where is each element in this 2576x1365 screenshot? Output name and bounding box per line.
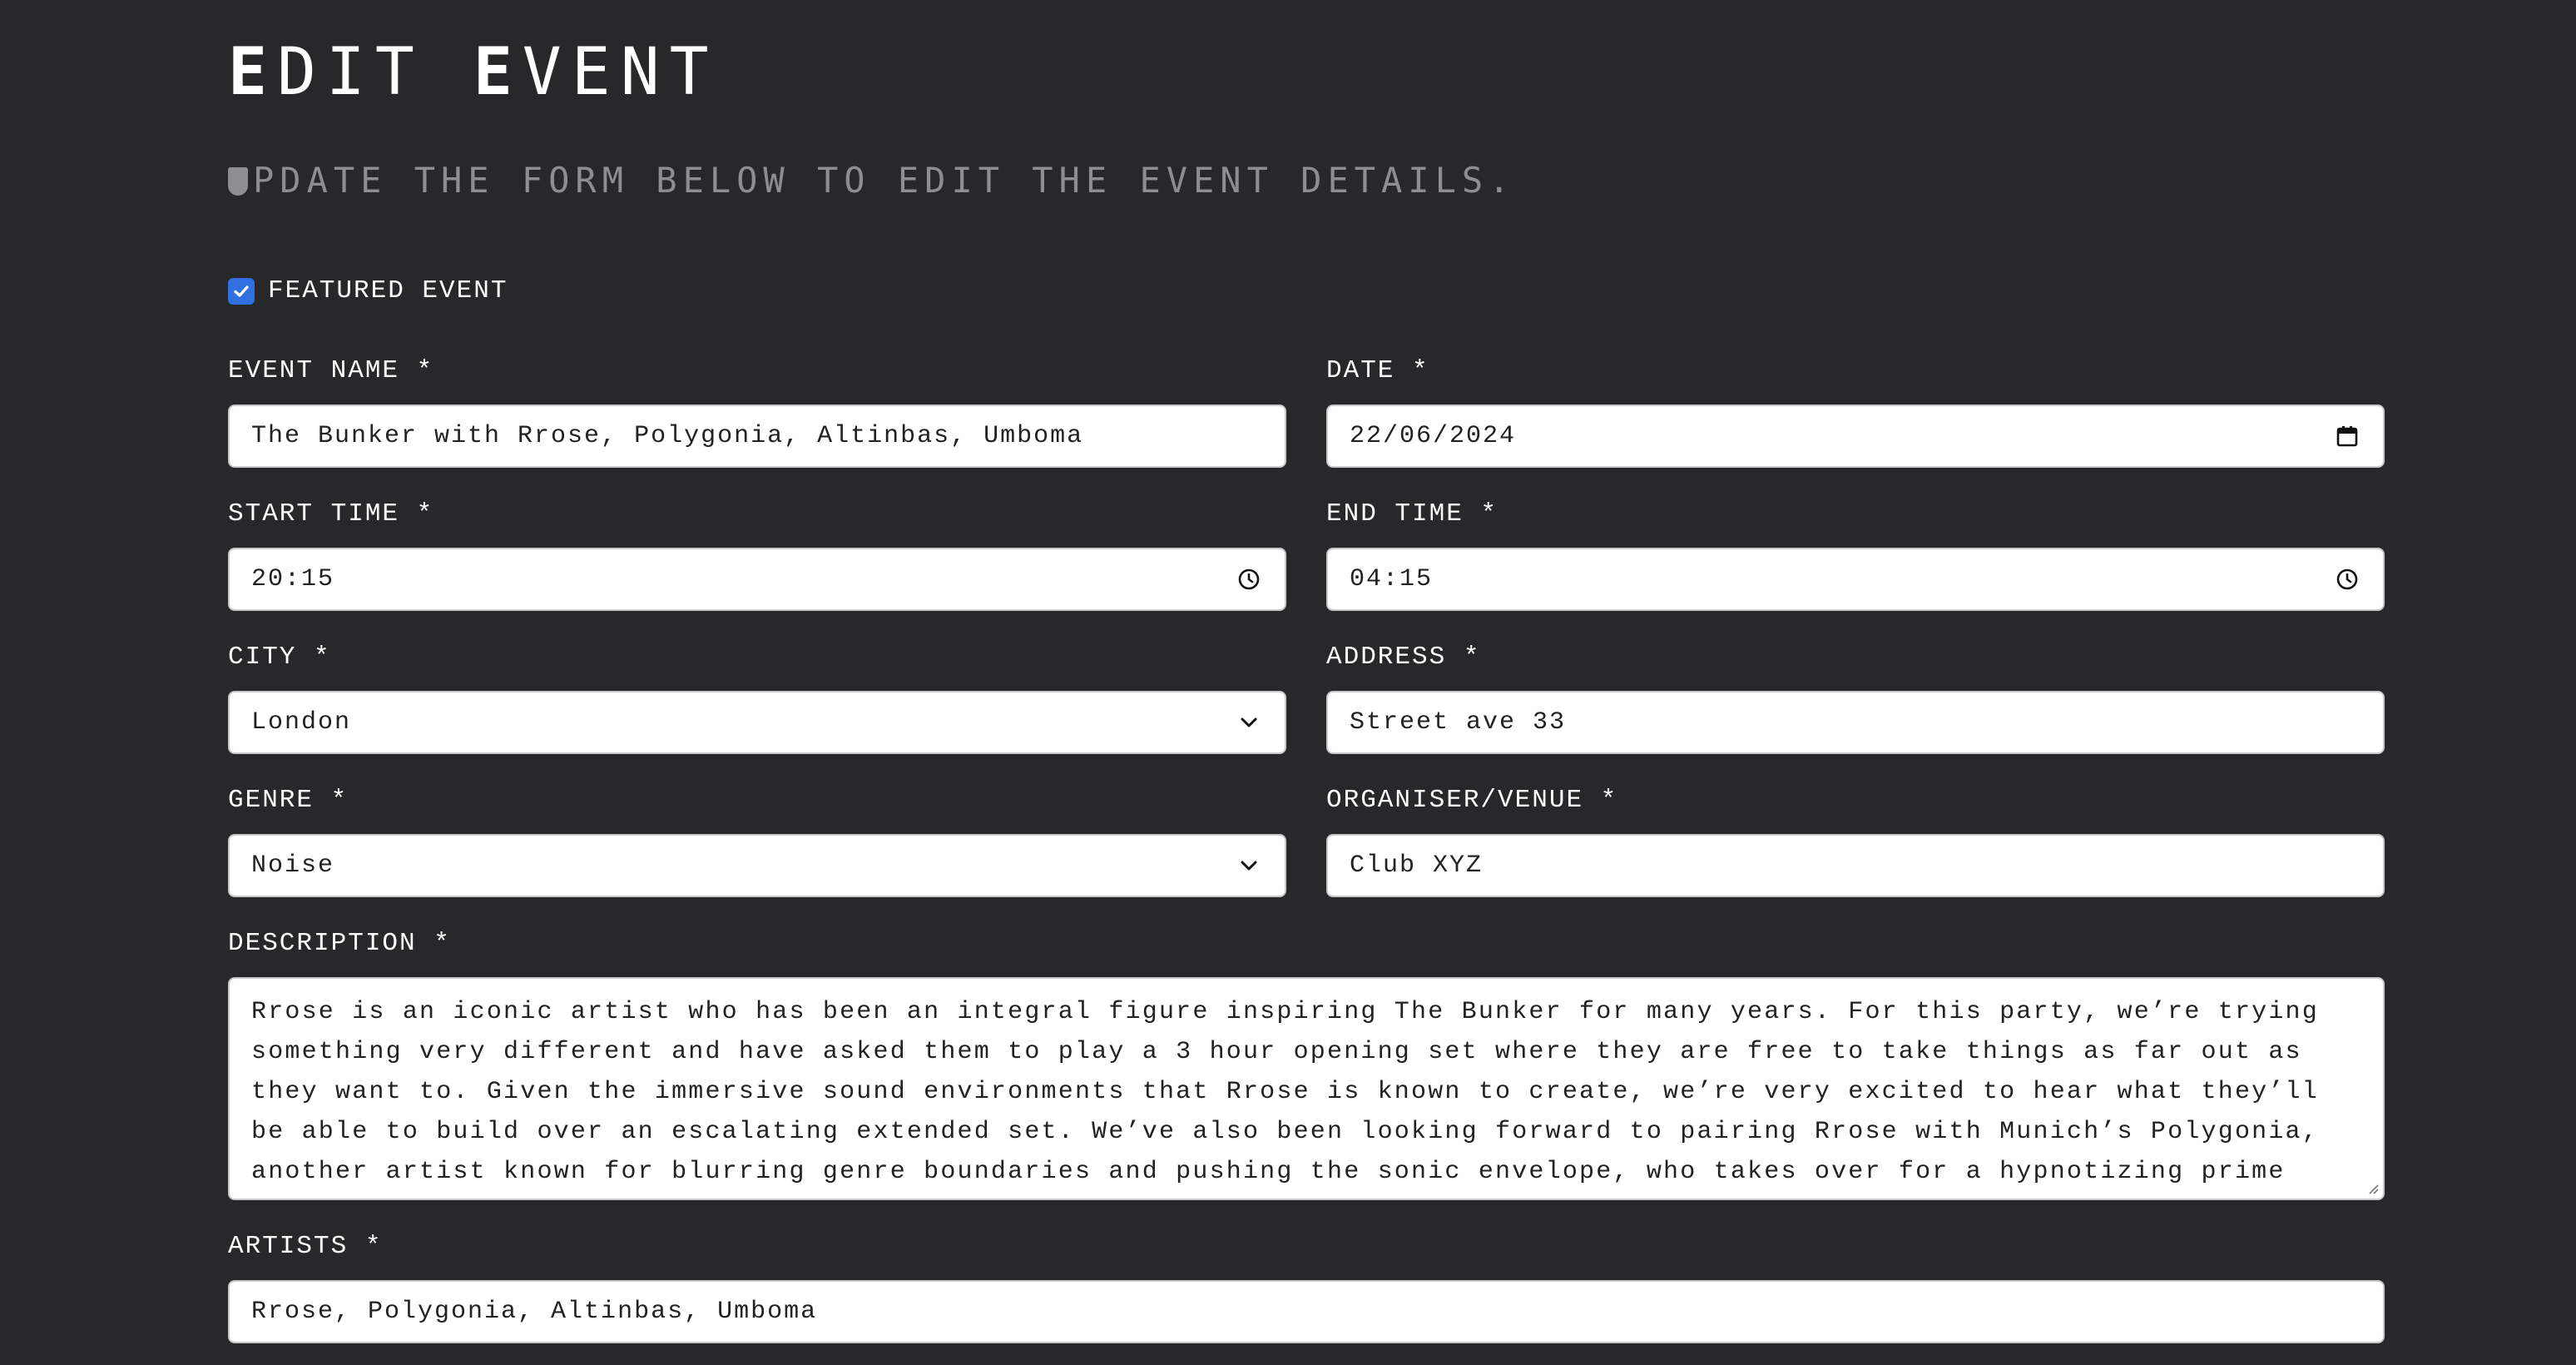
organiser-input[interactable]: Club XYZ — [1326, 834, 2385, 897]
end-time-value: 04:15 — [1350, 565, 1434, 593]
chevron-down-icon[interactable] — [1235, 851, 1263, 880]
event-name-input[interactable]: The Bunker with Rrose, Polygonia, Altinb… — [228, 405, 1286, 468]
description-value: Rrose is an iconic artist who has been a… — [251, 998, 2319, 1199]
start-time-input[interactable]: 20:15 — [228, 548, 1286, 611]
title-initial-2: E — [473, 35, 523, 110]
title-initial: E — [228, 35, 277, 110]
date-label: DATE * — [1326, 356, 1429, 385]
organiser-value: Club XYZ — [1350, 851, 1484, 880]
calendar-icon[interactable] — [2333, 422, 2361, 450]
genre-label: GENRE * — [228, 786, 349, 815]
description-label: DESCRIPTION * — [228, 929, 451, 958]
address-label: ADDRESS * — [1326, 643, 1481, 672]
address-input[interactable]: Street ave 33 — [1326, 691, 2385, 754]
start-time-value: 20:15 — [251, 565, 335, 593]
description-textarea[interactable]: Rrose is an iconic artist who has been a… — [228, 977, 2385, 1200]
end-time-input[interactable]: 04:15 — [1326, 548, 2385, 611]
resize-handle-icon[interactable] — [2366, 1182, 2380, 1195]
start-time-label: START TIME * — [228, 499, 434, 529]
city-value: London — [251, 708, 352, 737]
city-label: CITY * — [228, 643, 331, 672]
featured-checkbox[interactable] — [228, 278, 255, 305]
event-name-label: EVENT NAME * — [228, 356, 434, 385]
end-time-label: END TIME * — [1326, 499, 1499, 529]
date-input[interactable]: 22/06/2024 — [1326, 405, 2385, 468]
genre-value: Noise — [251, 851, 335, 880]
featured-event-label: FEATURED EVENT — [268, 276, 508, 305]
clock-icon[interactable] — [2333, 565, 2361, 593]
checkmark-icon — [234, 285, 249, 297]
organiser-label: ORGANISER/VENUE * — [1326, 786, 1618, 815]
artists-value: Rrose, Polygonia, Altinbas, Umboma — [251, 1298, 818, 1326]
edit-event-page: EDIT EVENT PDATE THE FORM BELOW TO EDIT … — [0, 0, 2576, 1365]
clock-icon[interactable] — [1235, 565, 1263, 593]
event-name-value: The Bunker with Rrose, Polygonia, Altinb… — [251, 422, 1084, 450]
city-select[interactable]: London — [228, 691, 1286, 754]
artists-input[interactable]: Rrose, Polygonia, Altinbas, Umboma — [228, 1280, 2385, 1343]
featured-event-toggle[interactable]: FEATURED EVENT — [228, 276, 508, 306]
title-word-2: VENT — [522, 35, 719, 110]
page-subtitle: PDATE THE FORM BELOW TO EDIT THE EVENT D… — [228, 158, 1515, 203]
address-value: Street ave 33 — [1350, 708, 1567, 737]
title-word-1: DIT — [276, 35, 473, 110]
subtitle-text: PDATE THE FORM BELOW TO EDIT THE EVENT D… — [253, 160, 1516, 201]
artists-label: ARTISTS * — [228, 1232, 383, 1261]
page-title: EDIT EVENT — [228, 35, 719, 110]
chevron-down-icon[interactable] — [1235, 708, 1263, 737]
genre-select[interactable]: Noise — [228, 834, 1286, 897]
date-value: 22/06/2024 — [1350, 422, 1517, 450]
subtitle-initial-glyph — [228, 167, 248, 196]
